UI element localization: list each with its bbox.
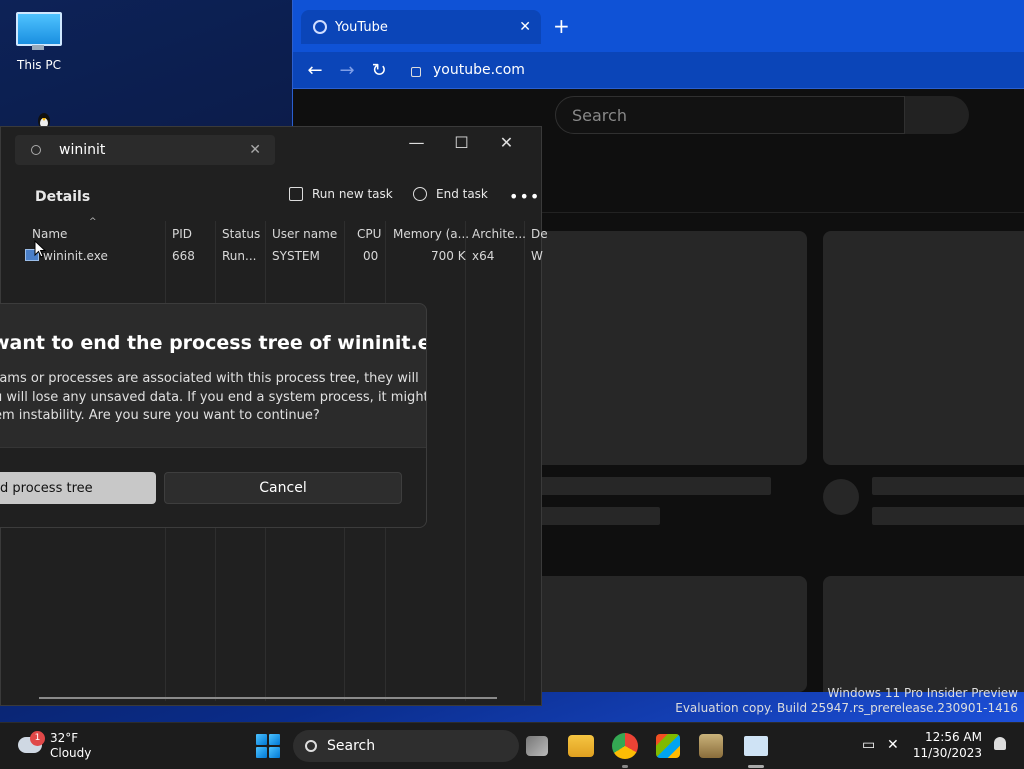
close-button[interactable]: ✕ — [484, 133, 529, 152]
chrome-icon[interactable] — [612, 733, 638, 759]
globe-icon — [313, 20, 327, 34]
title-placeholder — [523, 507, 660, 525]
windows-logo-tile — [269, 734, 280, 745]
title-placeholder — [872, 477, 1024, 495]
windows-logo-tile — [256, 734, 267, 745]
url-field[interactable]: youtube.com — [401, 62, 525, 78]
task-manager-icon[interactable] — [744, 736, 768, 756]
column-header-architecture[interactable]: Archite... — [472, 227, 526, 241]
row-name[interactable]: wininit.exe — [43, 249, 108, 263]
column-header-description[interactable]: De — [531, 227, 548, 241]
end-task-button[interactable]: End task — [413, 187, 488, 201]
column-header-status[interactable]: Status — [222, 227, 260, 241]
start-button[interactable] — [256, 734, 280, 758]
dialog-message: rams or processes are associated with th… — [0, 371, 427, 423]
video-thumbnail-placeholder — [523, 576, 807, 692]
volume-muted-icon[interactable]: ✕ — [887, 737, 899, 753]
column-header-cpu[interactable]: CPU — [357, 227, 381, 241]
row-status: Run... — [222, 249, 257, 263]
monitor-icon — [16, 12, 62, 50]
video-thumbnail-placeholder — [523, 231, 807, 465]
maximize-button[interactable]: ☐ — [439, 133, 484, 152]
column-header-pid[interactable]: PID — [172, 227, 192, 241]
row-description: W — [531, 249, 543, 263]
clock-date: 11/30/2023 — [912, 746, 982, 760]
dialog-title: want to end the process tree of wininit.… — [0, 332, 426, 354]
row-architecture: x64 — [472, 249, 495, 263]
weather-widget[interactable]: 1 32°F Cloudy — [18, 731, 91, 761]
weather-condition: Cloudy — [50, 746, 92, 760]
forward-button[interactable]: → — [331, 60, 363, 81]
clock-time: 12:56 AM — [925, 730, 982, 744]
page-title: Details — [35, 189, 91, 205]
end-process-tree-dialog: want to end the process tree of wininit.… — [0, 303, 427, 528]
column-header-user[interactable]: User name — [272, 227, 337, 241]
minimize-button[interactable]: — — [394, 133, 439, 152]
block-icon — [413, 187, 427, 201]
url-text: youtube.com — [433, 62, 525, 78]
horizontal-scrollbar[interactable] — [39, 697, 497, 699]
watermark-edition: Windows 11 Pro Insider Preview — [827, 686, 1018, 700]
back-button[interactable]: ← — [299, 60, 331, 81]
system-tool-icon[interactable] — [699, 734, 723, 758]
run-new-task-label: Run new task — [312, 187, 393, 201]
taskbar-search[interactable]: Search — [293, 730, 519, 762]
weather-temperature: 32°F — [50, 731, 79, 745]
title-placeholder — [523, 477, 771, 495]
cloud-icon: 1 — [18, 731, 45, 753]
search-icon — [31, 145, 41, 155]
column-header-memory[interactable]: Memory (a... — [393, 227, 469, 241]
row-memory: 700 K — [431, 249, 466, 263]
search-value: wininit — [59, 142, 106, 158]
microsoft-store-icon[interactable] — [656, 734, 680, 758]
windows-logo-tile — [269, 747, 280, 758]
column-divider[interactable] — [465, 221, 466, 701]
taskbar-search-label: Search — [327, 738, 376, 754]
run-new-task-button[interactable]: Run new task — [289, 187, 393, 201]
address-bar: ← → ↻ youtube.com — [293, 52, 1024, 89]
clear-search-icon[interactable]: ✕ — [249, 142, 261, 158]
network-icon[interactable]: ▭ — [862, 737, 875, 753]
browser-tab-youtube[interactable]: YouTube ✕ — [301, 10, 541, 44]
row-pid: 668 — [172, 249, 195, 263]
title-placeholder — [872, 507, 1024, 525]
end-process-tree-button[interactable]: d process tree — [0, 472, 156, 504]
watermark-build: Evaluation copy. Build 25947.rs_prerelea… — [675, 701, 1018, 715]
row-user: SYSTEM — [272, 249, 320, 263]
process-search-input[interactable]: wininit ✕ — [15, 135, 275, 165]
reload-button[interactable]: ↻ — [363, 60, 395, 81]
youtube-search-button[interactable] — [905, 96, 969, 134]
cancel-button[interactable]: Cancel — [164, 472, 402, 504]
column-header-name[interactable]: Name — [32, 227, 67, 241]
this-pc-label: This PC — [17, 58, 61, 72]
new-tab-button[interactable]: + — [553, 14, 570, 38]
lock-icon — [411, 67, 421, 77]
video-thumbnail-placeholder — [823, 231, 1024, 465]
tab-title: YouTube — [335, 19, 388, 35]
task-view-icon[interactable] — [526, 736, 548, 756]
row-cpu: 00 — [363, 249, 379, 263]
column-divider[interactable] — [524, 221, 525, 701]
youtube-search-input[interactable]: Search — [555, 96, 905, 134]
end-task-label: End task — [436, 187, 488, 201]
search-icon — [305, 740, 317, 752]
more-options-button[interactable]: ••• — [509, 187, 540, 206]
sort-caret-icon: ^ — [89, 217, 97, 227]
system-clock[interactable]: 12:56 AM 11/30/2023 — [913, 729, 982, 761]
window-controls: — ☐ ✕ — [394, 133, 529, 152]
browser-tab-bar: YouTube ✕ + — [293, 0, 1024, 52]
add-task-icon — [289, 187, 303, 201]
avatar-placeholder — [823, 479, 859, 515]
tab-close-icon[interactable]: ✕ — [519, 19, 531, 35]
notification-badge: 1 — [30, 731, 45, 746]
notification-bell-icon[interactable] — [994, 737, 1006, 750]
taskbar: 1 32°F Cloudy Search ▭ ✕ 12:56 AM 11/30/… — [0, 722, 1024, 769]
windows-logo-tile — [256, 747, 267, 758]
file-explorer-icon[interactable] — [568, 735, 594, 757]
desktop-icon-this-pc[interactable]: This PC — [10, 12, 68, 72]
mouse-cursor-icon — [34, 240, 46, 258]
video-thumbnail-placeholder — [823, 576, 1024, 692]
